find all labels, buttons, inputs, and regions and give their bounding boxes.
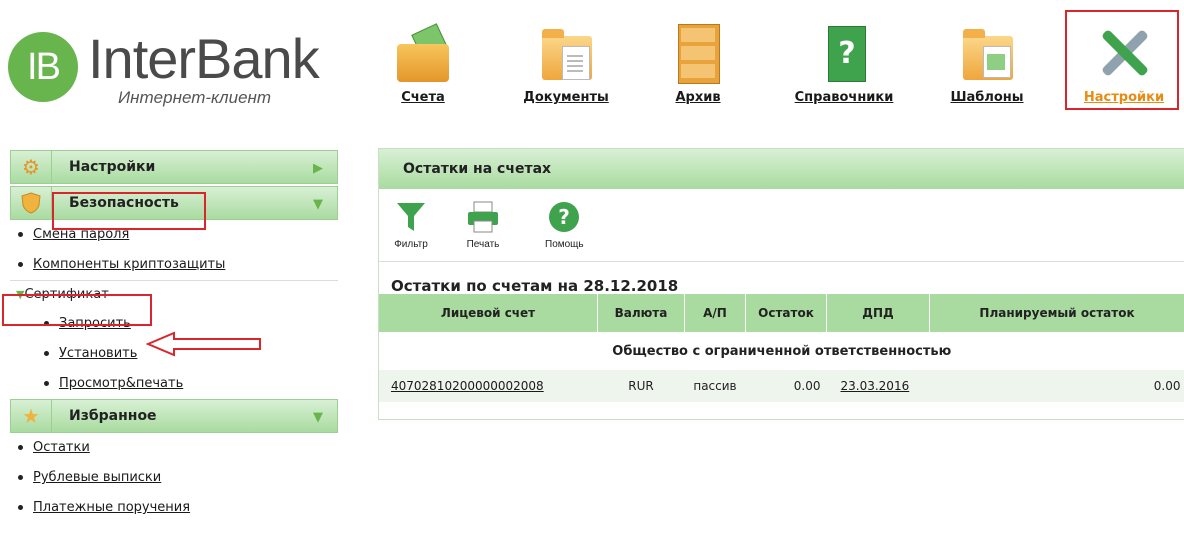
top-navigation: Счета Документы Архив ? Справочники Шабл…	[0, 10, 1184, 120]
sidebar-item-crypto-components[interactable]: Компоненты криптозащиты	[10, 250, 338, 280]
section-title: Избранное	[69, 408, 157, 424]
table-group-row: Общество с ограниченной ответственностью	[379, 332, 1184, 370]
nav-label: Справочники	[794, 90, 894, 105]
help-icon: ?	[546, 199, 582, 235]
print-label: Печать	[466, 239, 500, 250]
account-link[interactable]: 40702810200000002008	[391, 379, 544, 393]
sidebar-item-payment-orders[interactable]: Платежные поручения	[10, 493, 338, 523]
chevron-down-icon: ▼	[313, 197, 323, 212]
panel-title: Остатки на счетах	[379, 149, 1184, 189]
wallet-icon	[393, 22, 453, 84]
help-label: Помощь	[545, 239, 584, 250]
print-button[interactable]: Печать	[465, 199, 501, 250]
nav-label: Документы	[523, 90, 609, 105]
col-dpd[interactable]: ДПД	[826, 294, 930, 332]
cell-dpd[interactable]: 23.03.2016	[826, 370, 930, 402]
sidebar-section-favorites[interactable]: ★ Избранное ▼	[10, 399, 338, 433]
panel-toolbar: Фильтр Печать ? Помощь	[379, 189, 1184, 262]
link[interactable]: Просмотр&печать	[59, 376, 183, 391]
highlight-box-certificate	[2, 294, 152, 326]
folder-templates-icon	[957, 22, 1017, 84]
chevron-right-icon: ▶	[313, 161, 323, 176]
sidebar-item-ruble-statements[interactable]: Рублевые выписки	[10, 463, 338, 493]
help-book-icon: ?	[814, 22, 874, 84]
cell-ap: пассив	[684, 370, 746, 402]
link[interactable]: Платежные поручения	[33, 500, 190, 515]
printer-icon	[465, 199, 501, 235]
section-title: Настройки	[69, 159, 156, 175]
filter-label: Фильтр	[394, 239, 428, 250]
nav-label: Архив	[675, 90, 721, 105]
cell-balance: 0.00	[745, 370, 827, 402]
link[interactable]: Установить	[59, 346, 137, 361]
sidebar-item-balances[interactable]: Остатки	[10, 433, 338, 463]
shield-icon	[11, 187, 52, 219]
dpd-link[interactable]: 23.03.2016	[841, 379, 910, 393]
link[interactable]: Компоненты криптозащиты	[33, 257, 225, 272]
table-row[interactable]: 40702810200000002008 RUR пассив 0.00 23.…	[379, 370, 1184, 402]
col-balance[interactable]: Остаток	[745, 294, 827, 332]
balances-table: Лицевой счет Валюта А/П Остаток ДПД План…	[379, 294, 1184, 402]
nav-archive[interactable]: Архив	[668, 22, 728, 105]
svg-text:?: ?	[559, 205, 571, 229]
link[interactable]: Остатки	[33, 440, 90, 455]
nav-references[interactable]: ? Справочники	[786, 22, 902, 105]
nav-templates[interactable]: Шаблоны	[944, 22, 1030, 105]
sidebar-section-settings[interactable]: ⚙ Настройки ▶	[10, 150, 338, 184]
nav-accounts[interactable]: Счета	[388, 22, 458, 105]
cell-account[interactable]: 40702810200000002008	[379, 370, 598, 402]
chevron-down-icon: ▼	[313, 410, 323, 425]
filter-icon	[393, 199, 429, 235]
col-planned[interactable]: Планируемый остаток	[929, 294, 1184, 332]
favorites-list: Остатки Рублевые выписки Платежные поруч…	[10, 433, 338, 523]
folder-documents-icon	[536, 22, 596, 84]
highlight-box-settings	[1065, 10, 1179, 110]
balances-panel: Остатки на счетах Фильтр Печать ? Помощь…	[378, 148, 1184, 420]
link[interactable]: Рублевые выписки	[33, 470, 161, 485]
star-icon: ★	[11, 400, 52, 432]
cell-planned: 0.00	[929, 370, 1184, 402]
table-header-row: Лицевой счет Валюта А/П Остаток ДПД План…	[379, 294, 1184, 332]
col-ap[interactable]: А/П	[684, 294, 746, 332]
highlight-box-security	[52, 192, 206, 230]
annotation-arrow-icon	[146, 331, 261, 357]
filter-button[interactable]: Фильтр	[393, 199, 429, 250]
group-label: Общество с ограниченной ответственностью	[612, 343, 952, 359]
nav-documents[interactable]: Документы	[518, 22, 614, 105]
col-account[interactable]: Лицевой счет	[379, 294, 598, 332]
help-button[interactable]: ? Помощь	[545, 199, 584, 250]
nav-label: Шаблоны	[950, 90, 1024, 105]
nav-label: Счета	[401, 90, 445, 105]
sidebar-item-view-print[interactable]: Просмотр&печать	[10, 369, 338, 399]
section-title: Остатки по счетам на 28.12.2018	[391, 277, 679, 295]
archive-cabinet-icon	[668, 22, 728, 84]
gear-icon: ⚙	[11, 151, 52, 183]
col-currency[interactable]: Валюта	[597, 294, 685, 332]
cell-currency: RUR	[597, 370, 685, 402]
